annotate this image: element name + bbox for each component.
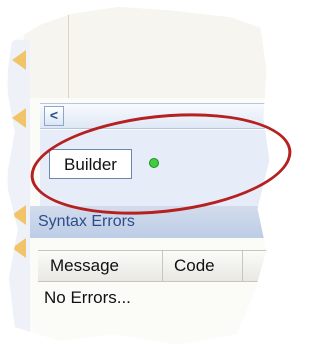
- left-dock-strip: [8, 40, 30, 340]
- back-arrow-icon[interactable]: <: [44, 106, 64, 126]
- no-errors-text: No Errors...: [44, 288, 131, 307]
- message-column-header[interactable]: Message: [38, 251, 163, 281]
- error-table-header: Message Code: [38, 250, 270, 282]
- top-panel: [24, 6, 270, 98]
- code-column-header[interactable]: Code: [163, 251, 243, 281]
- panel-divider: [68, 6, 69, 98]
